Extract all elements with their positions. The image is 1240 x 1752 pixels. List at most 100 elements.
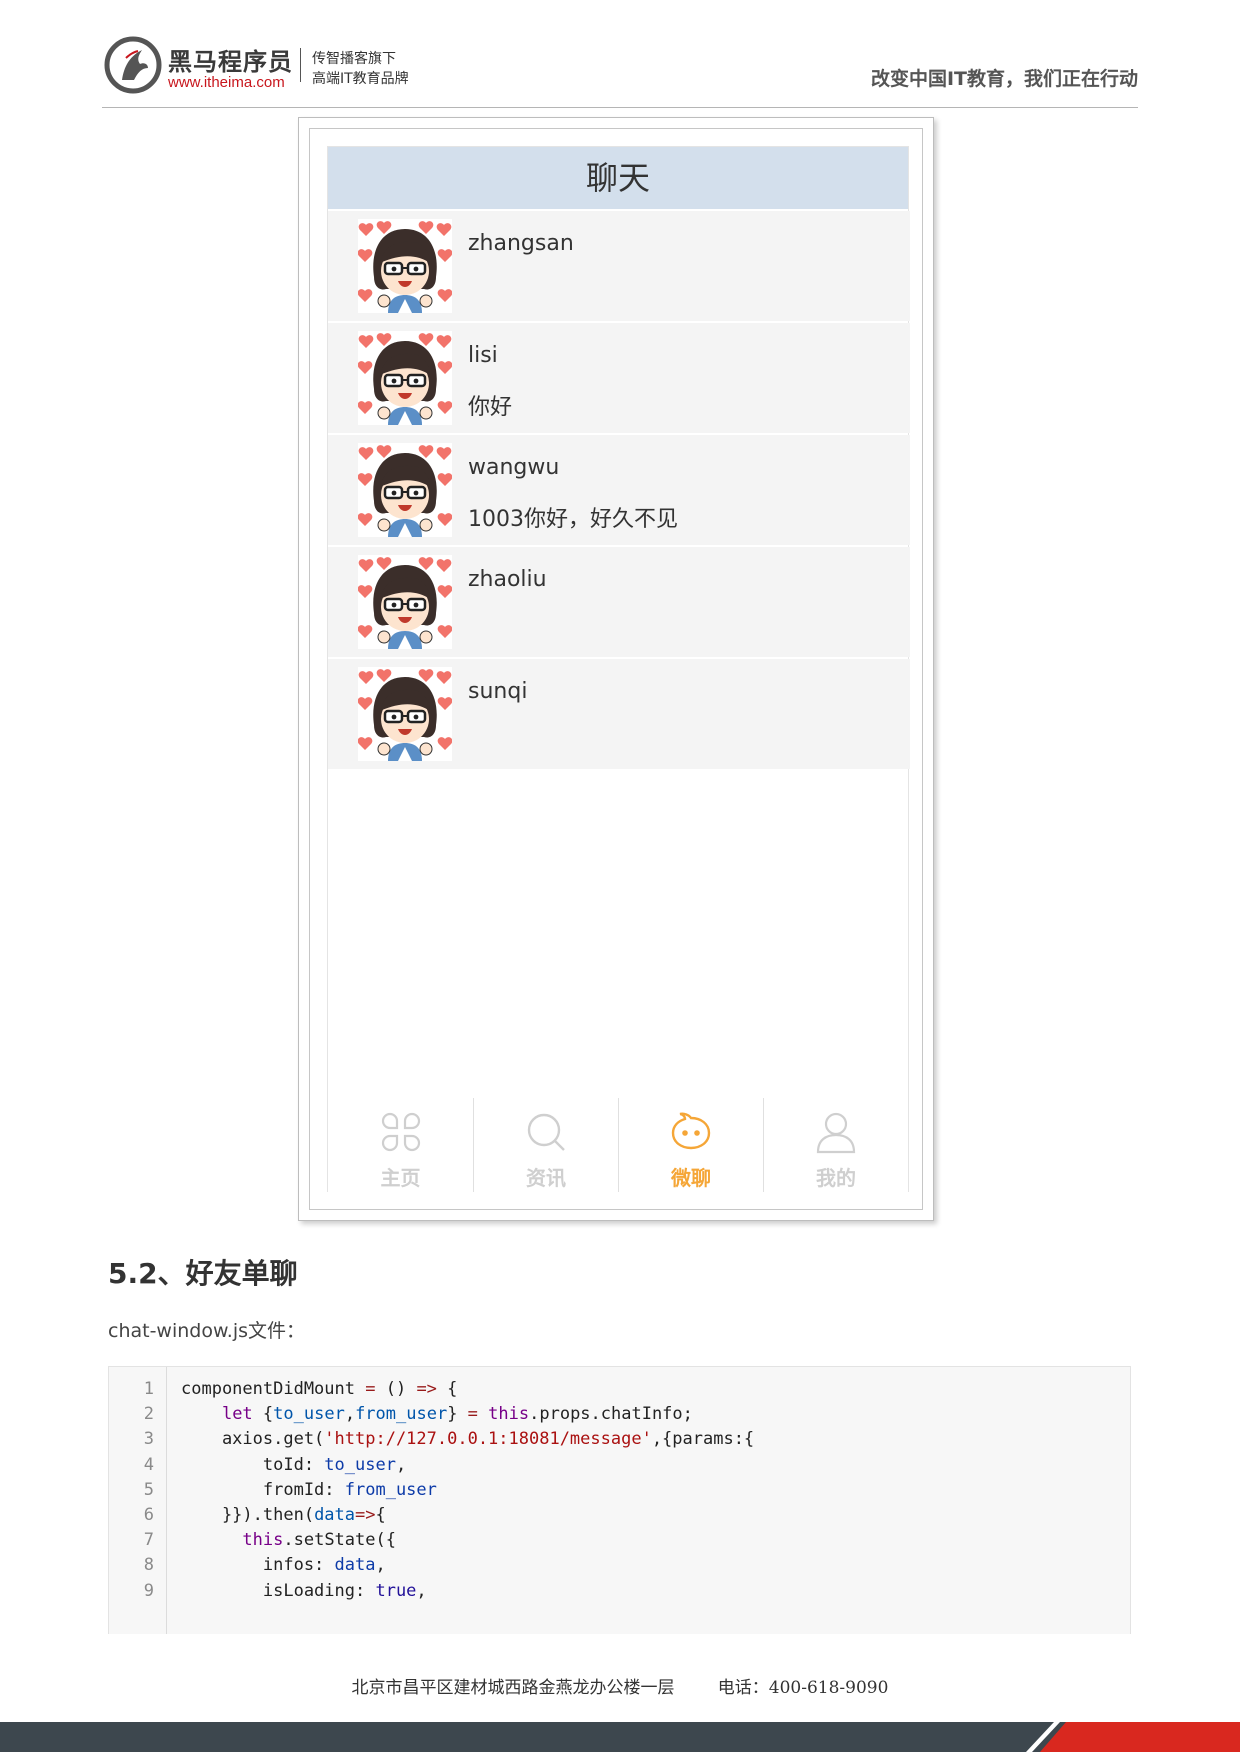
code-line: toId: to_user, xyxy=(181,1455,406,1475)
chat-list-item[interactable]: lisi 你好 xyxy=(328,323,910,433)
footer-accent xyxy=(1040,1722,1240,1752)
app-title-bar: 聊天 xyxy=(328,147,908,209)
line-number: 6 xyxy=(143,1505,154,1525)
code-token: } xyxy=(447,1404,468,1425)
code-block: 1 2 3 4 5 6 7 8 9 componentDidMount = () => { le… xyxy=(108,1366,1131,1634)
footer-contact: 北京市昌平区建材城西路金燕龙办公楼一层 电话：400-618-9090 xyxy=(0,1673,1240,1698)
code-token: to_user xyxy=(324,1454,396,1475)
app-screenshot-frame: 聊天 zhangsan lisi 你好 wangwu 1003你好，好久不见 z… xyxy=(298,117,934,1221)
code-token: () xyxy=(375,1379,417,1399)
tab-me[interactable]: 我的 xyxy=(763,1098,908,1192)
code-token: componentDidMount xyxy=(181,1379,366,1399)
cartoon-avatar-icon xyxy=(358,667,452,761)
code-token: => xyxy=(416,1379,437,1399)
code-token: .props.chatInfo; xyxy=(529,1404,693,1425)
code-token: { xyxy=(375,1505,386,1525)
logo-tagline-2: 高端IT教育品牌 xyxy=(312,71,409,87)
line-number-gutter: 1 2 3 4 5 6 7 8 9 xyxy=(109,1367,167,1634)
code-token: = xyxy=(467,1404,478,1425)
code-token: axios.get( xyxy=(181,1429,325,1450)
line-number: 4 xyxy=(143,1454,154,1475)
avatar xyxy=(358,331,452,425)
itheima-logo: 黑马程序员 www.itheima.com 传智播客旗下 高端IT教育品牌 xyxy=(104,36,444,96)
code-token: to_user xyxy=(273,1404,345,1425)
code-token: 'http://127.0.0.1:18081/message' xyxy=(324,1429,652,1450)
chat-list: zhangsan lisi 你好 wangwu 1003你好，好久不见 zhao… xyxy=(328,211,910,771)
line-number: 3 xyxy=(143,1429,154,1450)
chat-list-item[interactable]: sunqi xyxy=(328,659,910,769)
clover-icon xyxy=(381,1112,420,1152)
tab-chat[interactable]: 微聊 xyxy=(618,1098,763,1192)
code-line: isLoading: true, xyxy=(181,1581,427,1601)
logo-tagline-1: 传智播客旗下 xyxy=(312,51,396,67)
code-token: => xyxy=(355,1505,376,1525)
footer-phone: 电话：400-618-9090 xyxy=(717,1678,889,1698)
code-line: }}).then(data=>{ xyxy=(181,1505,386,1525)
code-token: { xyxy=(436,1379,458,1399)
tab-label: 主页 xyxy=(380,1166,421,1190)
code-token: = xyxy=(365,1379,376,1399)
code-line: componentDidMount = () => { xyxy=(181,1379,457,1399)
tab-news[interactable]: 资讯 xyxy=(473,1098,618,1192)
line-number: 9 xyxy=(143,1580,154,1601)
code-token: infos: xyxy=(181,1555,335,1576)
header-slogan: 改变中国IT教育，我们正在行动 xyxy=(870,68,1138,90)
code-token: this xyxy=(242,1530,284,1551)
user-icon xyxy=(816,1112,856,1154)
code-token: this xyxy=(488,1404,530,1425)
code-token: from_user xyxy=(344,1479,437,1500)
avatar xyxy=(358,667,452,761)
line-number: 7 xyxy=(143,1530,154,1551)
code-token: .setState({ xyxy=(283,1530,396,1551)
code-line: fromId: from_user xyxy=(181,1480,437,1500)
chat-face-icon xyxy=(671,1112,711,1150)
line-number: 8 xyxy=(143,1555,154,1576)
code-token: }}).then( xyxy=(181,1505,315,1525)
chat-list-item[interactable]: zhaoliu xyxy=(328,547,910,657)
chat-contact-name: wangwu xyxy=(468,455,560,480)
code-line: this.setState({ xyxy=(181,1530,396,1550)
code-token: , xyxy=(416,1580,427,1601)
chat-last-message: 你好 xyxy=(468,395,513,420)
chat-contact-name: sunqi xyxy=(468,679,528,704)
code-token: , xyxy=(344,1404,356,1425)
chat-contact-name: lisi xyxy=(468,343,498,368)
tab-label: 我的 xyxy=(816,1166,856,1190)
footer-address: 北京市昌平区建材城西路金燕龙办公楼一层 xyxy=(351,1678,675,1698)
logo-divider xyxy=(300,48,301,82)
code-line: infos: data, xyxy=(181,1555,386,1575)
cartoon-avatar-icon xyxy=(358,331,452,425)
avatar xyxy=(358,555,452,649)
logo-brand-text: 黑马程序员 xyxy=(168,48,293,76)
code-token: , xyxy=(375,1555,386,1576)
line-number: 2 xyxy=(143,1404,154,1425)
section-heading: 5.2、好友单聊 xyxy=(108,1257,298,1290)
cartoon-avatar-icon xyxy=(358,555,452,649)
code-line: let {to_user,from_user} = this.props.cha… xyxy=(181,1404,693,1424)
avatar xyxy=(358,219,452,313)
chat-contact-name: zhangsan xyxy=(468,231,574,256)
horse-logo-icon xyxy=(104,36,162,94)
code-line: axios.get('http://127.0.0.1:18081/messag… xyxy=(181,1429,754,1449)
code-token: ,{params:{ xyxy=(651,1429,755,1450)
header-divider xyxy=(102,107,1138,108)
code-token: , xyxy=(395,1454,407,1475)
avatar xyxy=(358,443,452,537)
code-token: isLoading: xyxy=(181,1580,376,1601)
code-token: { xyxy=(252,1404,274,1425)
line-number: 5 xyxy=(143,1479,154,1500)
cartoon-avatar-icon xyxy=(358,443,452,537)
search-icon xyxy=(527,1113,565,1151)
chat-list-item[interactable]: zhangsan xyxy=(328,211,910,321)
chat-list-item[interactable]: wangwu 1003你好，好久不见 xyxy=(328,435,910,545)
code-token: from_user xyxy=(355,1404,448,1425)
line-number: 1 xyxy=(143,1379,154,1399)
tab-home[interactable]: 主页 xyxy=(328,1098,473,1192)
app-screenshot-inner-frame: 聊天 zhangsan lisi 你好 wangwu 1003你好，好久不见 z… xyxy=(309,128,923,1210)
code-token: toId: xyxy=(181,1454,325,1475)
code-token: let xyxy=(221,1404,253,1425)
bottom-tab-bar: 主页 资讯 微聊 我的 xyxy=(328,1098,908,1192)
